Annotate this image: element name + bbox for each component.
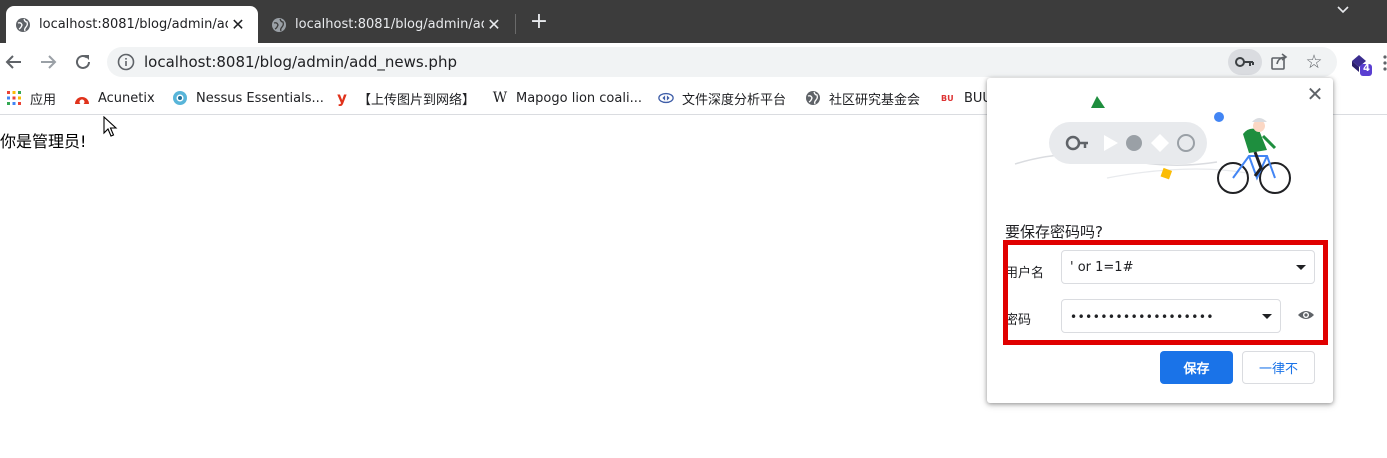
bookmark-upload-image[interactable]: y 【上传图片到网络】	[334, 89, 476, 108]
y-icon: y	[337, 89, 347, 107]
bookmark-label: Nessus Essentials...	[196, 90, 324, 106]
password-illustration	[1014, 96, 1291, 194]
svg-text:BU: BU	[941, 94, 954, 103]
apps-grid-icon	[6, 90, 22, 106]
globe-icon	[805, 90, 821, 106]
highlight-annotation-box	[1003, 240, 1328, 345]
back-button[interactable]	[1, 49, 27, 75]
bookmark-buu[interactable]: BU BUU	[940, 89, 992, 107]
extension-badge: 4	[1363, 63, 1370, 74]
tab-title: localhost:8081/blog/admin/ad	[295, 17, 484, 32]
share-icon[interactable]	[1269, 52, 1289, 72]
globe-icon	[271, 17, 287, 33]
info-icon[interactable]	[117, 53, 135, 71]
nessus-icon	[172, 90, 188, 106]
close-tab-icon[interactable]: ✕	[228, 15, 248, 35]
password-key-button[interactable]	[1228, 49, 1262, 75]
browser-toolbar: localhost:8081/blog/admin/add_news.php ☆…	[0, 43, 1387, 81]
bookmark-label: 文件深度分析平台	[682, 92, 787, 108]
bookmark-label: 【上传图片到网络】	[358, 92, 476, 108]
tab-inactive[interactable]: localhost:8081/blog/admin/ad ✕	[262, 6, 514, 43]
admin-message: 你是管理员!	[0, 132, 87, 151]
bookmark-acunetix[interactable]: Acunetix	[74, 89, 155, 107]
bookmark-research-foundation[interactable]: 社区研究基金会	[805, 89, 921, 108]
bookmark-label: 社区研究基金会	[829, 92, 921, 108]
key-icon	[1235, 57, 1254, 67]
new-tab-button[interactable]: +	[528, 11, 550, 34]
bookmark-label: Mapogo lion coali...	[516, 90, 642, 106]
acunetix-icon	[74, 90, 90, 106]
url-text[interactable]: localhost:8081/blog/admin/add_news.php	[144, 53, 457, 71]
bookmark-label: 应用	[30, 92, 57, 108]
tab-divider	[515, 14, 516, 34]
mouse-cursor-icon	[103, 116, 118, 137]
save-password-dialog: ✕ 要保存密码吗? 用户名 ' or 1=1# 密码 •••••••••••••…	[987, 78, 1333, 403]
analysis-icon	[658, 90, 674, 106]
bookmark-nessus[interactable]: Nessus Essentials...	[172, 89, 324, 107]
dialog-title: 要保存密码吗?	[1005, 223, 1103, 241]
address-bar[interactable]: localhost:8081/blog/admin/add_news.php ☆	[107, 47, 1337, 77]
tab-active[interactable]: localhost:8081/blog/admin/ad ✕	[6, 6, 258, 43]
never-button[interactable]: 一律不	[1242, 351, 1315, 384]
tab-strip: localhost:8081/blog/admin/ad ✕ localhost…	[0, 0, 1387, 43]
bookmark-mapogo[interactable]: W Mapogo lion coali...	[492, 89, 642, 107]
buu-icon: BU	[940, 90, 956, 106]
tab-search-chevron-icon[interactable]	[1336, 3, 1350, 19]
forward-arrow-icon	[41, 55, 57, 69]
bookmark-file-analysis[interactable]: 文件深度分析平台	[658, 89, 787, 108]
wikipedia-icon: W	[492, 90, 508, 106]
close-tab-icon[interactable]: ✕	[484, 15, 504, 35]
tab-title: localhost:8081/blog/admin/ad	[39, 17, 228, 32]
reload-icon	[76, 54, 90, 69]
globe-icon	[15, 17, 31, 33]
extension-icon[interactable]: 4	[1348, 52, 1372, 76]
bookmark-star-icon[interactable]: ☆	[1303, 51, 1325, 73]
bookmark-label: Acunetix	[98, 90, 155, 106]
close-dialog-icon[interactable]: ✕	[1305, 84, 1325, 104]
forward-button[interactable]	[35, 49, 61, 75]
bookmark-apps[interactable]: 应用	[6, 89, 57, 108]
back-arrow-icon	[5, 55, 21, 69]
menu-more-icon[interactable]	[1378, 53, 1387, 73]
save-button[interactable]: 保存	[1160, 351, 1233, 384]
reload-button[interactable]	[70, 49, 96, 75]
